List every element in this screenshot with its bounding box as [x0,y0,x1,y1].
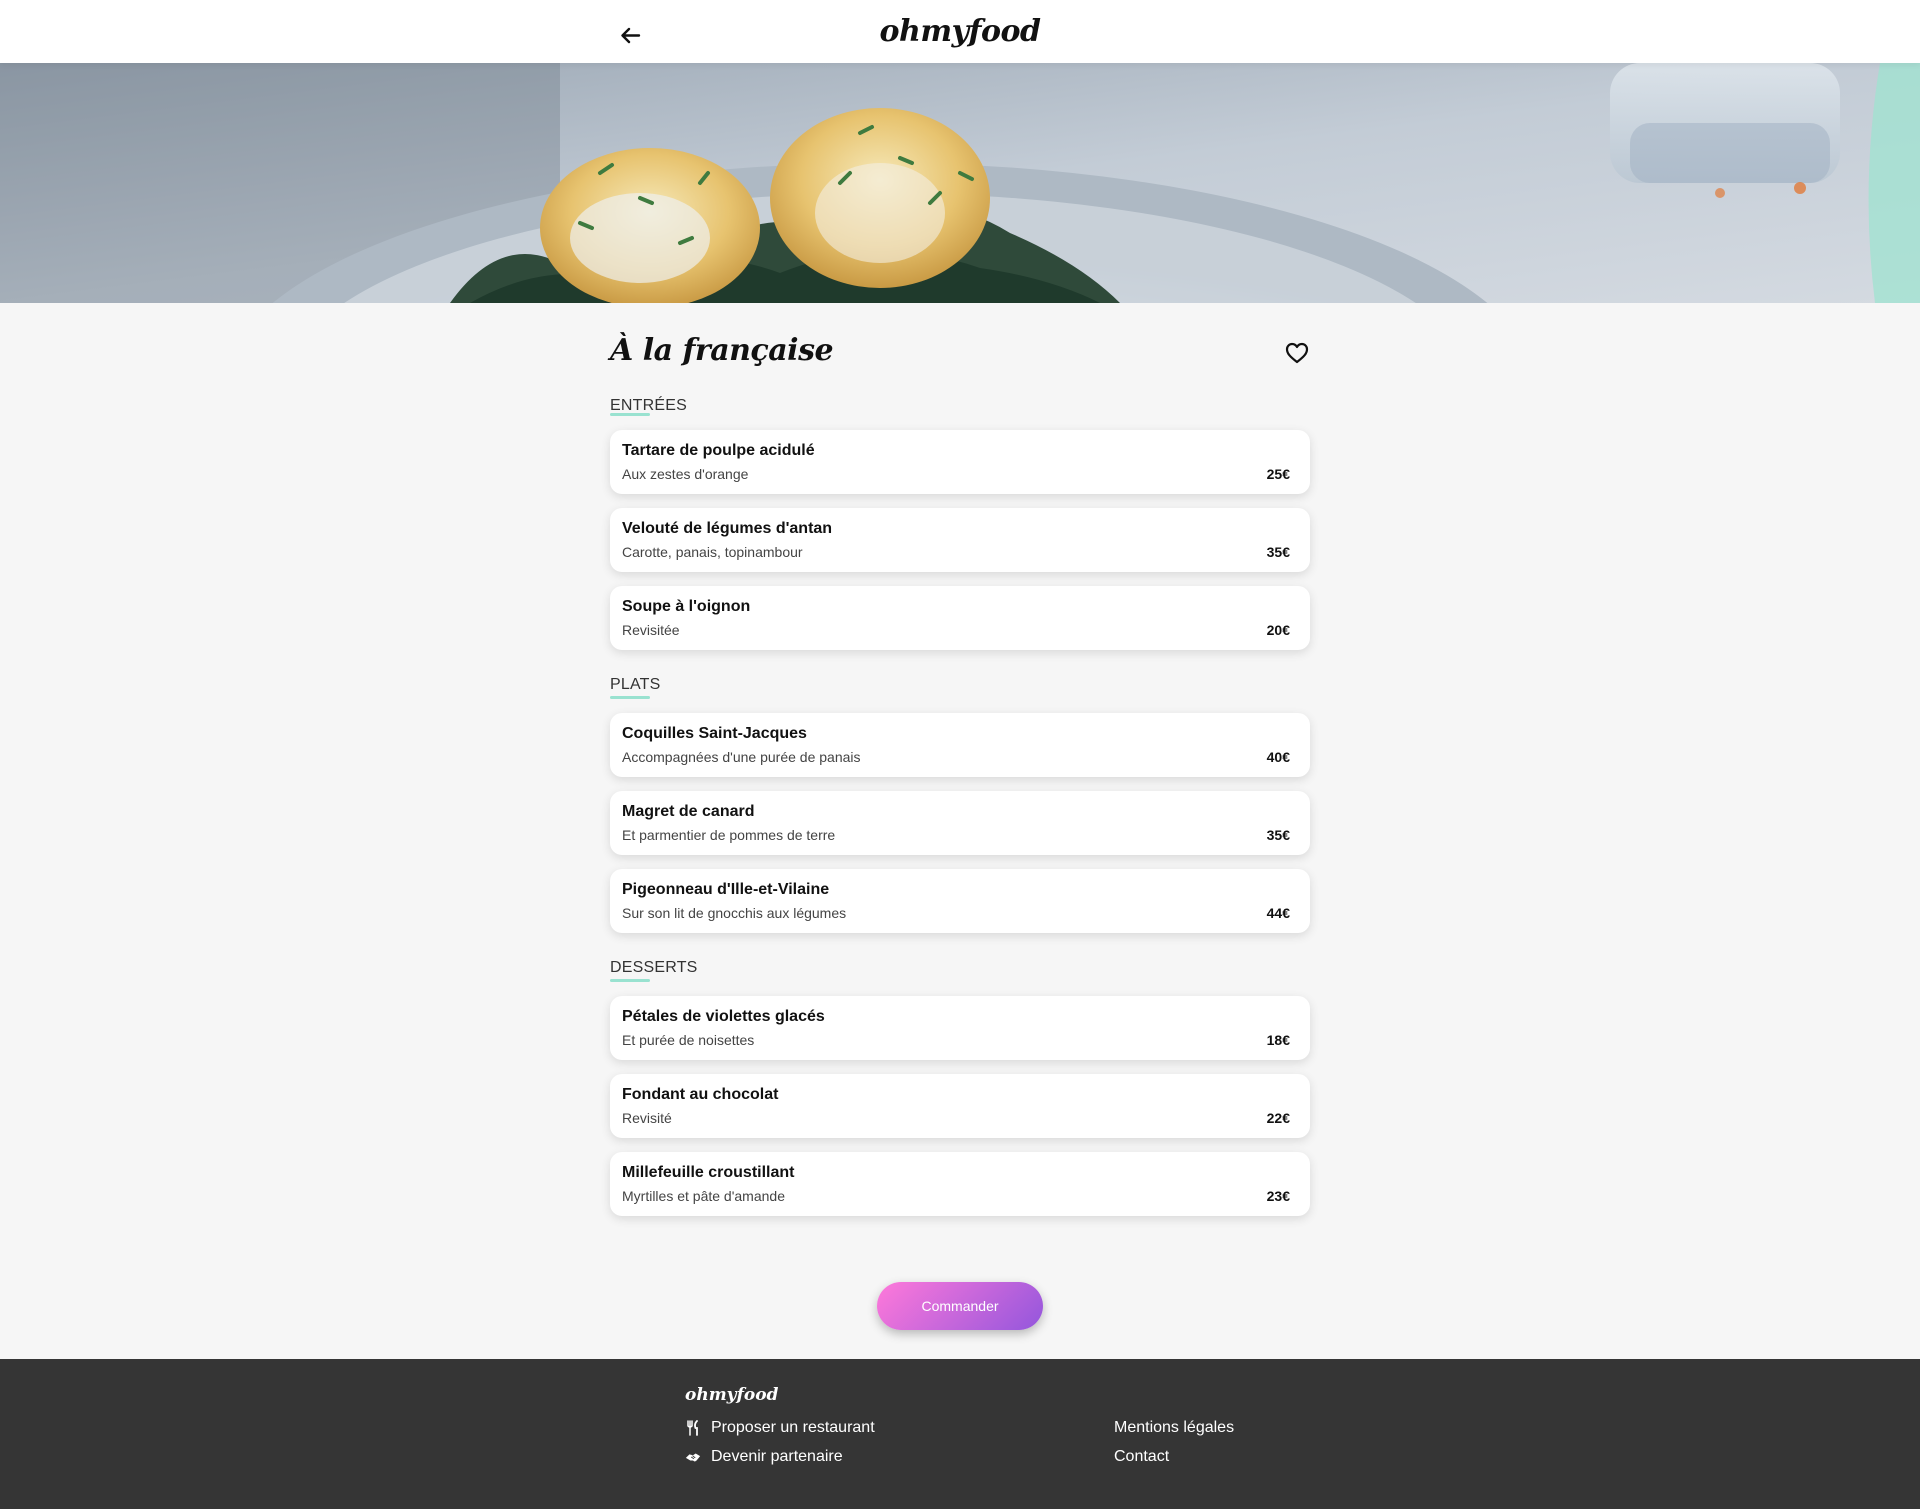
dish-price: 20€ [1266,622,1290,638]
section-title: PLATS [610,664,1310,699]
dish-price: 35€ [1266,827,1290,843]
menu-section-desserts: DESSERTS Pétales de violettes glacés Et … [610,947,1310,1216]
dish-name: Velouté de légumes d'antan [622,520,833,537]
dish-name: Pigeonneau d'Ille-et-Vilaine [622,881,830,898]
hero-image [0,63,1920,303]
dish-price: 18€ [1266,1032,1290,1048]
dish-price: 25€ [1266,466,1290,482]
section-title: DESSERTS [610,947,1310,982]
footer-logo[interactable]: ohmyfood [685,1385,778,1405]
dish-name: Tartare de poulpe acidulé [622,442,815,459]
section-title: ENTRÉES [610,383,1310,416]
dish-description: Revisité [622,1110,672,1126]
dish-card[interactable]: Pigeonneau d'Ille-et-Vilaine Sur son lit… [610,869,1310,933]
footer-link-become-partner[interactable]: Devenir partenaire [685,1448,843,1466]
site-logo[interactable]: ohmyfood [0,14,1920,49]
footer-link-label: Devenir partenaire [711,1448,843,1465]
footer-link-propose-restaurant[interactable]: Proposer un restaurant [685,1419,875,1437]
dish-name: Magret de canard [622,803,755,820]
dish-description: Aux zestes d'orange [622,466,749,482]
favorite-button[interactable] [1284,340,1310,366]
dish-description: Carotte, panais, topinambour [622,544,803,560]
site-footer: ohmyfood Proposer un restaurant Devenir … [0,1359,1920,1509]
dish-price: 44€ [1266,905,1290,921]
menu-section-plats: PLATS Coquilles Saint-Jacques Accompagné… [610,664,1310,933]
dish-card[interactable]: Millefeuille croustillant Myrtilles et p… [610,1152,1310,1216]
dish-description: Et purée de noisettes [622,1032,755,1048]
restaurant-name: À la française [610,333,834,368]
heart-icon [1285,342,1309,364]
dish-name: Fondant au chocolat [622,1086,779,1103]
menu-section-entrees: ENTRÉES Tartare de poulpe acidulé Aux ze… [610,383,1310,650]
dish-card[interactable]: Tartare de poulpe acidulé Aux zestes d'o… [610,430,1310,494]
utensils-icon [685,1420,701,1436]
footer-link-contact[interactable]: Contact [1114,1448,1169,1466]
site-header: ohmyfood [0,0,1920,63]
footer-link-label: Proposer un restaurant [711,1419,875,1436]
dish-description: Sur son lit de gnocchis aux légumes [622,905,847,921]
dish-card[interactable]: Velouté de légumes d'antan Carotte, pana… [610,508,1310,572]
dish-card[interactable]: Pétales de violettes glacés Et purée de … [610,996,1310,1060]
dish-description: Accompagnées d'une purée de panais [622,749,861,765]
dish-description: Myrtilles et pâte d'amande [622,1188,785,1204]
dish-description: Et parmentier de pommes de terre [622,827,836,843]
footer-link-legal[interactable]: Mentions légales [1114,1419,1234,1437]
dish-name: Millefeuille croustillant [622,1164,795,1181]
order-button-container: Commander [0,1282,1920,1330]
order-button[interactable]: Commander [877,1282,1043,1330]
dish-price: 23€ [1266,1188,1290,1204]
restaurant-header: À la française [610,303,1310,383]
dish-card[interactable]: Fondant au chocolat Revisité 22€ [610,1074,1310,1138]
dish-card[interactable]: Coquilles Saint-Jacques Accompagnées d'u… [610,713,1310,777]
dish-price: 22€ [1266,1110,1290,1126]
dish-name: Pétales de violettes glacés [622,1008,825,1025]
menu-container: À la française ENTRÉES Tartare de poulpe… [610,303,1310,1230]
dish-card[interactable]: Magret de canard Et parmentier de pommes… [610,791,1310,855]
dish-name: Soupe à l'oignon [622,598,751,615]
dish-description: Revisitée [622,622,680,638]
dish-name: Coquilles Saint-Jacques [622,725,807,742]
dish-card[interactable]: Soupe à l'oignon Revisitée 20€ [610,586,1310,650]
dish-price: 40€ [1266,749,1290,765]
dish-price: 35€ [1266,544,1290,560]
handshake-icon [685,1449,701,1465]
